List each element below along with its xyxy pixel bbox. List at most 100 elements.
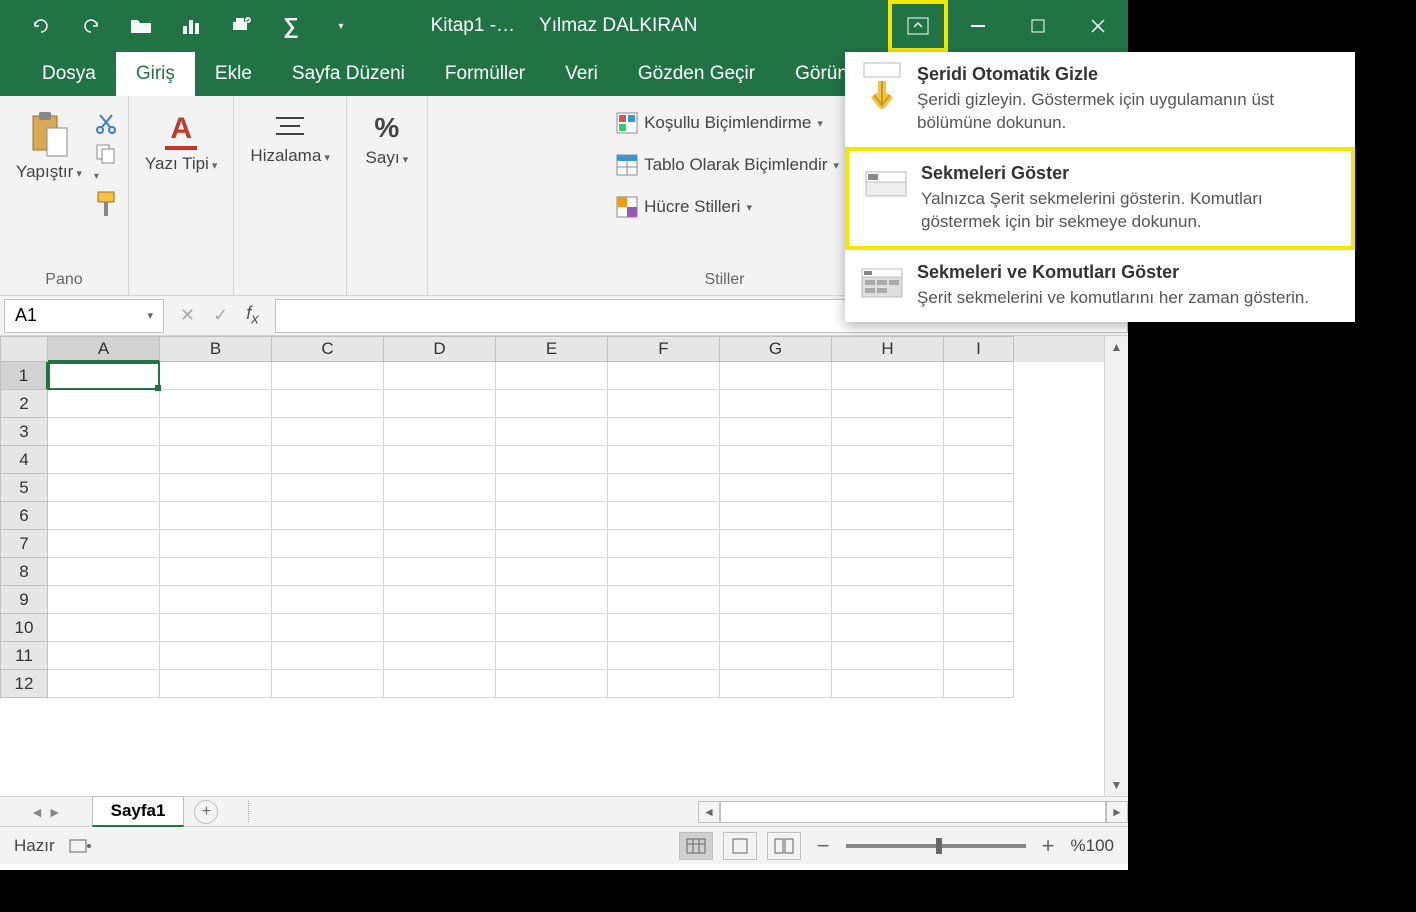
cut-icon[interactable] <box>94 112 118 136</box>
scroll-right-icon[interactable]: ► <box>1106 801 1128 823</box>
zoom-out-button[interactable]: − <box>811 833 836 859</box>
cell[interactable] <box>720 418 832 446</box>
cell[interactable] <box>48 502 160 530</box>
cell[interactable] <box>160 418 272 446</box>
cell[interactable] <box>48 586 160 614</box>
cell[interactable] <box>160 502 272 530</box>
cell[interactable] <box>496 446 608 474</box>
row-header[interactable]: 7 <box>0 530 48 558</box>
format-as-table-button[interactable]: Tablo Olarak Biçimlendir <box>610 150 845 180</box>
maximize-button[interactable] <box>1008 0 1068 52</box>
sum-icon[interactable]: ∑ <box>280 15 302 37</box>
cell[interactable] <box>832 642 944 670</box>
cell[interactable] <box>944 502 1014 530</box>
tab-gozden-gecir[interactable]: Gözden Geçir <box>618 52 775 96</box>
row-header[interactable]: 11 <box>0 642 48 670</box>
cell[interactable] <box>384 670 496 698</box>
cell[interactable] <box>48 558 160 586</box>
row-header[interactable]: 2 <box>0 390 48 418</box>
zoom-level[interactable]: %100 <box>1071 836 1114 856</box>
cell[interactable] <box>944 642 1014 670</box>
cell[interactable] <box>384 586 496 614</box>
cell[interactable] <box>944 614 1014 642</box>
cell[interactable] <box>160 642 272 670</box>
tab-formuller[interactable]: Formüller <box>425 52 545 96</box>
cell[interactable] <box>608 502 720 530</box>
cell[interactable] <box>720 558 832 586</box>
cell[interactable] <box>720 586 832 614</box>
cell[interactable] <box>832 418 944 446</box>
cell[interactable] <box>272 474 384 502</box>
tab-ekle[interactable]: Ekle <box>195 52 272 96</box>
cell[interactable] <box>384 614 496 642</box>
row-header[interactable]: 6 <box>0 502 48 530</box>
cell[interactable] <box>720 530 832 558</box>
cell[interactable] <box>160 446 272 474</box>
cell[interactable] <box>384 418 496 446</box>
cell[interactable] <box>944 530 1014 558</box>
cell[interactable] <box>608 670 720 698</box>
cell[interactable] <box>832 530 944 558</box>
chart-icon[interactable] <box>180 15 202 37</box>
cell[interactable] <box>832 670 944 698</box>
col-header-H[interactable]: H <box>832 336 944 362</box>
cell[interactable] <box>48 474 160 502</box>
cell[interactable] <box>832 502 944 530</box>
cell[interactable] <box>608 362 720 390</box>
name-box[interactable]: A1▾ <box>4 299 164 333</box>
alignment-button[interactable]: Hizalama <box>244 108 335 170</box>
cell[interactable] <box>944 390 1014 418</box>
close-button[interactable] <box>1068 0 1128 52</box>
cell[interactable] <box>832 614 944 642</box>
col-header-C[interactable]: C <box>272 336 384 362</box>
qat-dropdown-icon[interactable]: ▾ <box>330 15 352 37</box>
cell[interactable] <box>608 586 720 614</box>
normal-view-button[interactable] <box>679 832 713 860</box>
col-header-B[interactable]: B <box>160 336 272 362</box>
cell[interactable] <box>944 558 1014 586</box>
cell[interactable] <box>272 390 384 418</box>
cell[interactable] <box>944 474 1014 502</box>
format-painter-icon[interactable] <box>94 190 118 218</box>
cell[interactable] <box>384 390 496 418</box>
row-header[interactable]: 3 <box>0 418 48 446</box>
cell[interactable] <box>160 362 272 390</box>
zoom-in-button[interactable]: + <box>1036 833 1061 859</box>
row-header[interactable]: 8 <box>0 558 48 586</box>
cell[interactable] <box>384 474 496 502</box>
cell[interactable] <box>496 586 608 614</box>
cell[interactable] <box>272 446 384 474</box>
cell[interactable] <box>944 586 1014 614</box>
cell[interactable] <box>384 502 496 530</box>
cell[interactable] <box>48 362 160 390</box>
vertical-scrollbar[interactable]: ▲ ▼ <box>1104 336 1128 796</box>
menu-auto-hide-ribbon[interactable]: Şeridi Otomatik Gizle Şeridi gizleyin. G… <box>845 52 1355 147</box>
redo-icon[interactable] <box>80 15 102 37</box>
enter-formula-icon[interactable]: ✓ <box>213 305 228 326</box>
number-button[interactable]: % Sayı <box>357 108 417 172</box>
cell[interactable] <box>720 362 832 390</box>
cell[interactable] <box>496 614 608 642</box>
cancel-formula-icon[interactable]: ✕ <box>180 305 195 326</box>
cell[interactable] <box>608 642 720 670</box>
cell[interactable] <box>272 558 384 586</box>
col-header-G[interactable]: G <box>720 336 832 362</box>
cell[interactable] <box>720 390 832 418</box>
cell-styles-button[interactable]: Hücre Stilleri <box>610 192 758 222</box>
cell[interactable] <box>272 642 384 670</box>
col-header-E[interactable]: E <box>496 336 608 362</box>
cell[interactable] <box>608 530 720 558</box>
horizontal-scrollbar[interactable]: ◄ ► <box>698 797 1128 826</box>
select-all-corner[interactable] <box>0 336 48 362</box>
cell[interactable] <box>384 558 496 586</box>
cell[interactable] <box>272 418 384 446</box>
cell[interactable] <box>48 390 160 418</box>
page-layout-view-button[interactable] <box>723 832 757 860</box>
cell[interactable] <box>608 558 720 586</box>
row-header[interactable]: 5 <box>0 474 48 502</box>
cell[interactable] <box>384 530 496 558</box>
cell[interactable] <box>832 390 944 418</box>
cell[interactable] <box>48 642 160 670</box>
tab-sayfa-duzeni[interactable]: Sayfa Düzeni <box>272 52 425 96</box>
scroll-left-icon[interactable]: ◄ <box>698 801 720 823</box>
